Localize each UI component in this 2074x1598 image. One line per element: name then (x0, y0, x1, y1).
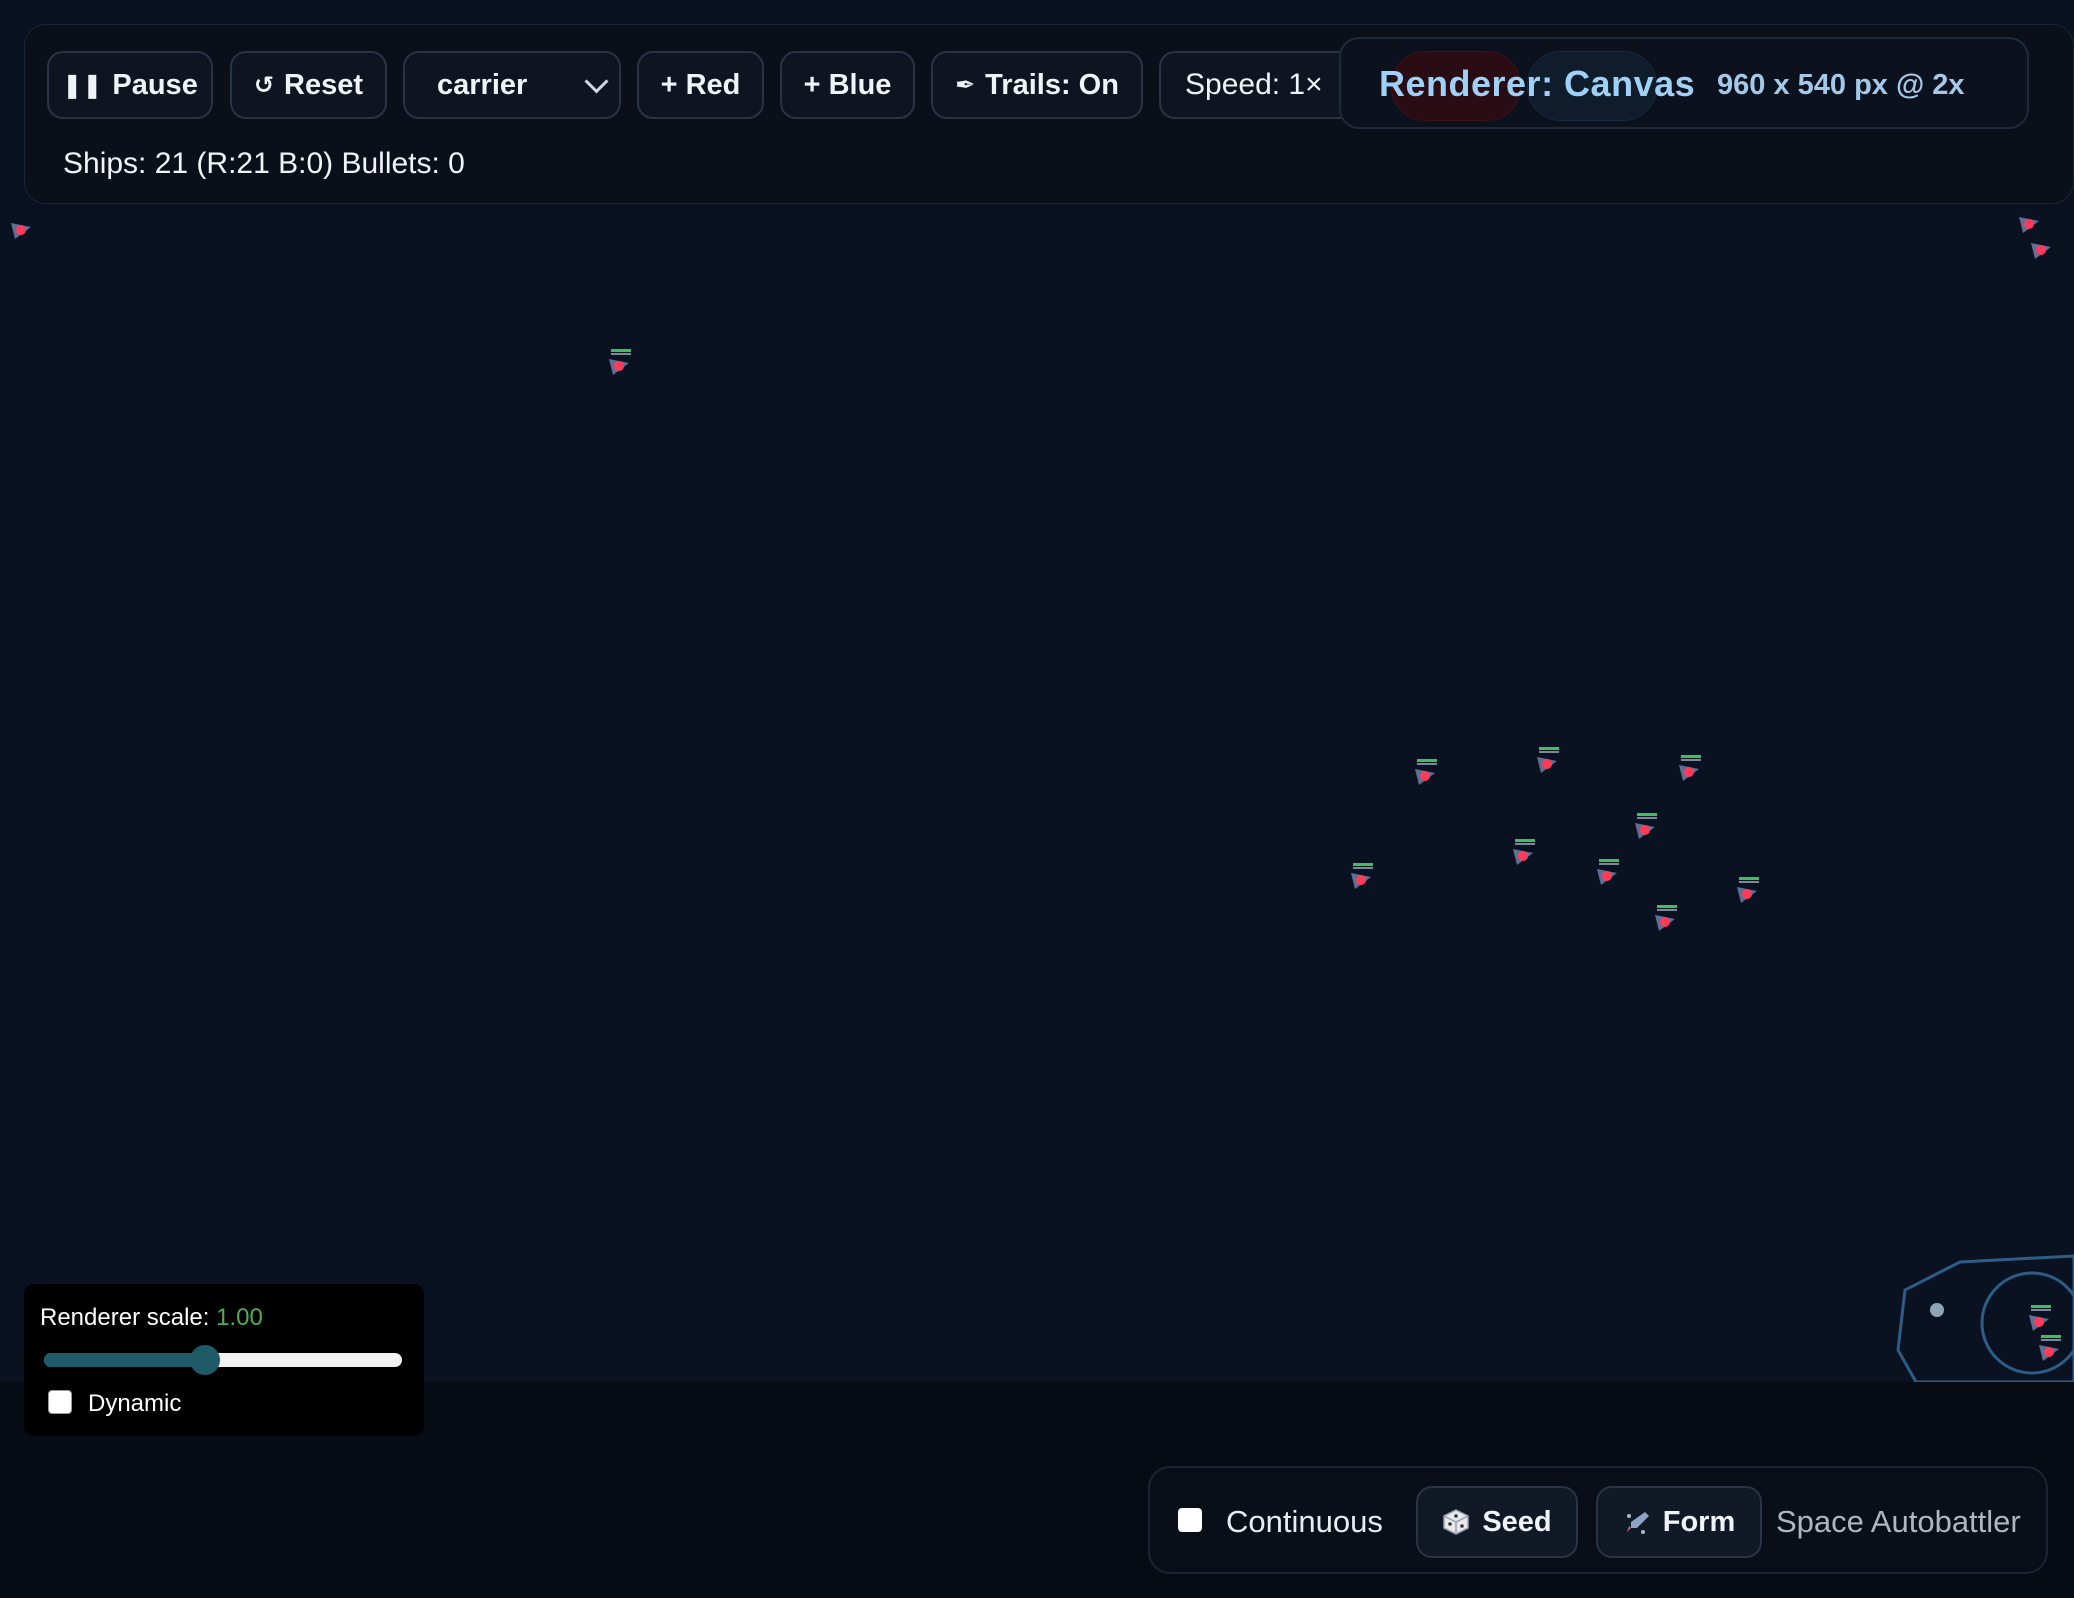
chevron-down-icon (584, 68, 609, 94)
pause-button[interactable]: ❚❚ Pause (47, 51, 213, 119)
red-ship (1679, 755, 1701, 781)
renderer-label: Renderer: Canvas (1379, 63, 1696, 104)
red-ship (1635, 813, 1657, 839)
reset-label: Reset (284, 68, 364, 101)
renderer-scale-slider[interactable] (44, 1353, 402, 1367)
renderer-panel: Renderer: Canvas 960 x 540 px @ 2x (1339, 37, 2029, 129)
red-ship (2029, 1305, 2051, 1331)
add-blue-button[interactable]: + Blue (780, 51, 915, 119)
top-toolbar: ❚❚ Pause ↺ Reset carrier + Red + Blue ✒ … (24, 24, 2074, 204)
bottom-control-bar: Continuous Seed Form Space Autobattler (1148, 1466, 2048, 1574)
red-ship (1351, 863, 1373, 889)
add-red-label: + Red (660, 68, 741, 101)
renderer-scale-label: Renderer scale: 1.00 (40, 1304, 263, 1332)
red-ship (1415, 759, 1437, 785)
pause-label: Pause (112, 68, 198, 101)
trails-label: Trails: On (985, 68, 1119, 101)
continuous-checkbox[interactable] (1178, 1508, 1202, 1532)
app-title: Space Autobattler (1776, 1504, 2021, 1539)
dynamic-label: Dynamic (88, 1390, 182, 1417)
red-ship (2031, 243, 2051, 259)
ship-type-select[interactable]: carrier (403, 51, 621, 119)
red-ship (11, 223, 31, 239)
red-ship (2039, 1335, 2061, 1361)
ship-type-value: carrier (437, 68, 528, 101)
red-ship (609, 349, 631, 375)
bullet-dot (1930, 1303, 1944, 1317)
red-ship (1597, 859, 1619, 885)
battle-scene (1896, 1254, 2074, 1382)
renderer-scale-text: Renderer scale: (40, 1304, 210, 1331)
dynamic-checkbox[interactable] (48, 1390, 72, 1414)
game-canvas[interactable] (0, 0, 2074, 1382)
form-label: Form (1662, 1505, 1736, 1538)
red-ship (1513, 839, 1535, 865)
dice-icon (1443, 1509, 1470, 1535)
speed-button[interactable]: Speed: 1× (1159, 51, 1359, 119)
reset-button[interactable]: ↺ Reset (230, 51, 387, 119)
red-ship (1655, 905, 1677, 931)
red-ship (1537, 747, 1559, 773)
brush-icon: ✒ (955, 71, 976, 99)
red-ship (1737, 877, 1759, 903)
slider-thumb[interactable] (190, 1345, 221, 1375)
formation-icon (1626, 1512, 1649, 1534)
renderer-scale-value: 1.00 (216, 1304, 263, 1331)
pause-icon: ❚❚ (62, 71, 103, 99)
reset-icon: ↺ (253, 71, 275, 99)
renderer-scale-panel: Renderer scale: 1.00 Dynamic (24, 1284, 424, 1436)
form-button[interactable]: Form (1596, 1486, 1762, 1558)
renderer-dimensions: 960 x 540 px @ 2x (1717, 69, 1965, 101)
seed-button[interactable]: Seed (1416, 1486, 1578, 1558)
stats-readout: Ships: 21 (R:21 B:0) Bullets: 0 (63, 147, 465, 180)
add-blue-label: + Blue (803, 68, 892, 101)
speed-label: Speed: 1× (1185, 68, 1323, 101)
seed-label: Seed (1482, 1505, 1552, 1538)
add-red-button[interactable]: + Red (637, 51, 764, 119)
trails-toggle-button[interactable]: ✒ Trails: On (931, 51, 1143, 119)
slider-fill (44, 1353, 206, 1367)
continuous-label: Continuous (1226, 1504, 1383, 1539)
